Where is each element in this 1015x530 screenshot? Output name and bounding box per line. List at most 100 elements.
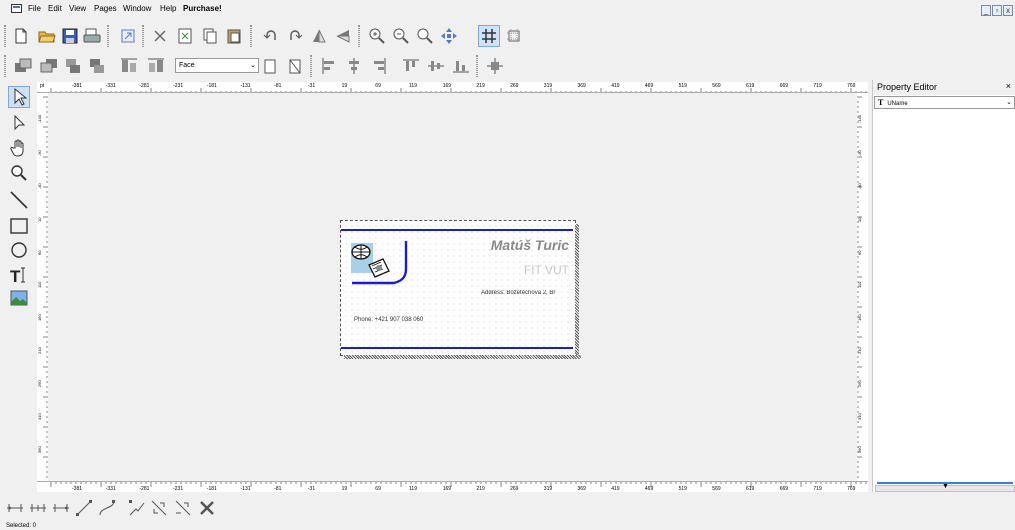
menu-help[interactable]: Help: [160, 4, 176, 13]
toolbar-grip[interactable]: [4, 55, 6, 77]
ruler-label: 110: [37, 281, 42, 288]
close-icon[interactable]: ×: [1006, 81, 1011, 91]
align-right-icon[interactable]: [368, 55, 390, 77]
copy-icon[interactable]: [199, 25, 221, 47]
face-select[interactable]: Face ⌄: [175, 58, 259, 73]
undo-icon[interactable]: [260, 25, 282, 47]
align-center-icon[interactable]: [343, 55, 365, 77]
ungroup-icon[interactable]: [145, 55, 167, 77]
card-address-text[interactable]: Address: Božetěchova 2, Br: [481, 290, 575, 296]
bring-to-front-icon[interactable]: [12, 55, 34, 77]
snap-icon[interactable]: [503, 25, 525, 47]
ruler-label: -40: [857, 183, 862, 189]
group-icon[interactable]: [118, 55, 140, 77]
flip-vertical-icon[interactable]: [308, 25, 330, 47]
zoom-tool-icon[interactable]: [8, 162, 30, 184]
send-backward-icon[interactable]: [86, 55, 108, 77]
menu-bar: File Edit View Pages Window Help Purchas…: [0, 0, 1015, 18]
menu-file[interactable]: File: [28, 4, 41, 13]
card-phone-text[interactable]: Phone: +421 907 038 060: [354, 317, 423, 323]
menu-window[interactable]: Window: [123, 4, 151, 13]
ruler-label: 469: [644, 83, 654, 89]
distribute-right-icon[interactable]: [50, 497, 72, 519]
face-front-icon[interactable]: [259, 55, 281, 77]
toolbar-separator: [107, 25, 109, 47]
rectangle-tool-icon[interactable]: [8, 215, 30, 237]
bring-forward-icon[interactable]: [62, 55, 84, 77]
direct-select-icon[interactable]: [8, 112, 30, 134]
align-bottom-icon[interactable]: [450, 55, 472, 77]
ruler-label: -331: [105, 83, 116, 89]
connector-cross-icon[interactable]: [148, 497, 170, 519]
ruler-label: 10: [37, 217, 42, 222]
menu-view[interactable]: View: [69, 4, 86, 13]
ruler-label: 19: [341, 486, 348, 492]
save-icon[interactable]: [59, 25, 81, 47]
zoom-in-icon[interactable]: [366, 25, 388, 47]
scroll-down-icon[interactable]: ▼: [942, 483, 949, 490]
align-middle-icon[interactable]: [425, 55, 447, 77]
grid-icon[interactable]: [478, 25, 500, 47]
export-icon[interactable]: [117, 25, 139, 47]
paste-icon[interactable]: [223, 25, 245, 47]
zoom-fit-icon[interactable]: [414, 25, 436, 47]
app-icon[interactable]: [11, 4, 22, 13]
face-select-value: Face: [179, 62, 195, 69]
business-card[interactable]: Matúš Turic FIT VUT Address: Božetěchova…: [340, 220, 581, 359]
connector-diagonal-icon[interactable]: [172, 497, 194, 519]
send-to-back-icon[interactable]: [38, 55, 60, 77]
hand-pan-icon[interactable]: [8, 137, 30, 159]
connector-curve-icon[interactable]: [96, 497, 118, 519]
new-document-icon[interactable]: [10, 25, 32, 47]
ruler-label: 219: [476, 83, 485, 89]
ruler-label: 369: [577, 486, 586, 492]
select-arrow-icon[interactable]: [8, 86, 30, 108]
ruler-label: 769: [847, 486, 856, 492]
close-window-button[interactable]: x: [1003, 5, 1013, 16]
connector-line-icon[interactable]: [73, 497, 95, 519]
redo-icon[interactable]: [284, 25, 306, 47]
card-top-line[interactable]: [341, 229, 573, 231]
menu-edit[interactable]: Edit: [48, 4, 62, 13]
ruler-label: 10: [857, 217, 862, 222]
card-bottom-line[interactable]: [341, 347, 573, 349]
property-editor-scrollbar[interactable]: ▼: [875, 483, 1015, 492]
remove-connector-icon[interactable]: [196, 497, 218, 519]
align-left-icon[interactable]: [318, 55, 340, 77]
minimize-button[interactable]: _: [981, 5, 991, 16]
ruler-label: 310: [37, 413, 42, 420]
face-back-icon[interactable]: [284, 55, 306, 77]
distribute-center-icon[interactable]: [27, 497, 49, 519]
ruler-label: -131: [240, 83, 251, 89]
ruler-label: 769: [847, 83, 856, 89]
line-tool-icon[interactable]: [8, 189, 30, 211]
move-icon[interactable]: [438, 25, 460, 47]
card-logo-image[interactable]: [344, 237, 414, 297]
restore-button[interactable]: ▫: [992, 5, 1002, 16]
ruler-label: 669: [779, 486, 789, 492]
ruler-unit: pt: [40, 83, 45, 89]
cut-icon[interactable]: [174, 25, 196, 47]
align-top-icon[interactable]: [400, 55, 422, 77]
delete-icon[interactable]: [149, 25, 171, 47]
ruler-label: -90: [857, 150, 862, 156]
center-icon[interactable]: [484, 55, 506, 77]
ruler-label: -131: [240, 486, 251, 492]
card-organization-text[interactable]: FIT VUT: [524, 263, 569, 277]
ruler-label: -281: [139, 486, 150, 492]
ruler-label: 119: [409, 83, 417, 89]
print-icon[interactable]: [81, 25, 103, 47]
toolbar-grip[interactable]: [4, 25, 6, 47]
distribute-left-icon[interactable]: [4, 497, 26, 519]
ellipse-tool-icon[interactable]: [8, 239, 30, 261]
open-folder-icon[interactable]: [36, 25, 58, 47]
object-name-select[interactable]: T UName ⌄: [874, 96, 1015, 109]
text-tool-icon[interactable]: T: [8, 264, 30, 286]
menu-pages[interactable]: Pages: [94, 4, 117, 13]
zoom-out-icon[interactable]: [390, 25, 412, 47]
flip-horizontal-icon[interactable]: [332, 25, 354, 47]
menu-purchase[interactable]: Purchase!: [183, 4, 222, 13]
card-name-text[interactable]: Matúš Turic: [491, 237, 569, 253]
connector-elbow-icon[interactable]: [126, 497, 148, 519]
image-tool-icon[interactable]: [8, 287, 30, 309]
